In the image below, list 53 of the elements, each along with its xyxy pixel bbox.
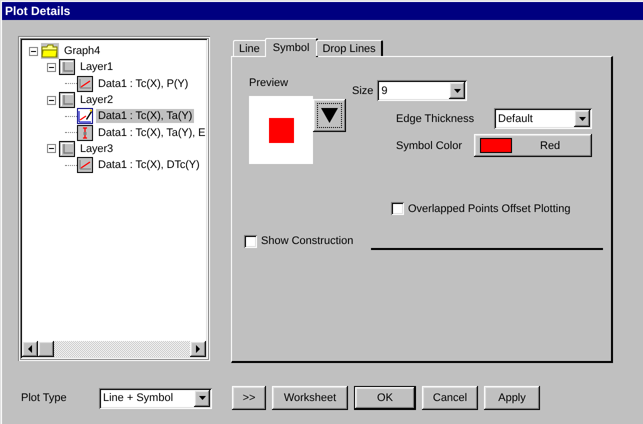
- checkbox[interactable]: [244, 234, 257, 248]
- dropdown-arrow-button[interactable]: [574, 110, 590, 127]
- horizontal-scrollbar[interactable]: [22, 341, 206, 357]
- dialog-button[interactable]: Apply: [484, 386, 540, 410]
- tab[interactable]: Line: [233, 40, 267, 56]
- symbol-color-label: Symbol Color: [396, 140, 464, 152]
- edge-thickness-label: Edge Thickness: [396, 112, 476, 124]
- collapse-icon[interactable]: [47, 62, 56, 72]
- dropdown-arrow-button[interactable]: [449, 82, 466, 99]
- pencil-plot-icon: [77, 108, 93, 124]
- layer-icon: [59, 59, 75, 76]
- edge-thickness-combo[interactable]: Default: [494, 108, 592, 129]
- window-title: Plot Details: [2, 2, 643, 20]
- layer-icon: [59, 92, 75, 108]
- tab[interactable]: Symbol: [264, 38, 318, 57]
- triangle-icon: [321, 108, 338, 123]
- tree-item[interactable]: Data1 : Tc(X), Ta(Y): [96, 109, 194, 124]
- tree-item[interactable]: Data1 : Tc(X), Ta(Y), E: [96, 126, 206, 140]
- dialog-button[interactable]: >>: [232, 386, 266, 410]
- scroll-right-button[interactable]: [190, 341, 206, 357]
- tree-item[interactable]: Data1 : Tc(X), DTc(Y): [96, 158, 202, 172]
- checkbox-label[interactable]: Show Construction: [261, 235, 354, 247]
- collapse-icon[interactable]: [29, 46, 38, 56]
- collapse-icon[interactable]: [47, 96, 56, 105]
- left-arrow-icon: [28, 345, 32, 353]
- checkbox-label[interactable]: Overlapped Points Offset Plotting: [408, 202, 570, 214]
- collapse-icon[interactable]: [47, 144, 56, 154]
- plot-type-label: Plot Type: [21, 392, 68, 404]
- tree-item[interactable]: Layer2: [78, 93, 116, 108]
- tree-item[interactable]: Graph4: [62, 44, 102, 58]
- scroll-thumb[interactable]: [38, 341, 54, 357]
- symbol-color-button[interactable]: Red: [474, 134, 592, 157]
- tree-item[interactable]: Layer3: [78, 142, 116, 156]
- dialog-button[interactable]: Worksheet: [272, 386, 348, 410]
- tree-item[interactable]: Layer1: [78, 60, 116, 74]
- caret-icon: [454, 88, 461, 92]
- checkbox[interactable]: [391, 202, 404, 215]
- preview-label: Preview: [249, 77, 290, 89]
- dropdown-arrow-button[interactable]: [194, 390, 210, 406]
- scroll-left-button[interactable]: [22, 341, 38, 357]
- caret-icon: [198, 396, 206, 400]
- right-arrow-icon: [196, 345, 200, 353]
- tree-item[interactable]: Data1 : Tc(X), P(Y): [96, 76, 190, 91]
- size-label: Size: [352, 84, 374, 96]
- folder-icon: [41, 43, 59, 60]
- caret-icon: [578, 116, 586, 120]
- dialog-button[interactable]: OK: [354, 386, 416, 410]
- dialog-button[interactable]: Cancel: [422, 386, 478, 410]
- size-combo[interactable]: 9: [377, 80, 468, 101]
- plot-type-combo[interactable]: Line + Symbol: [99, 388, 212, 408]
- tab[interactable]: Drop Lines: [316, 40, 383, 56]
- symbol-shape-button[interactable]: [313, 99, 346, 132]
- layer-icon: [59, 140, 75, 157]
